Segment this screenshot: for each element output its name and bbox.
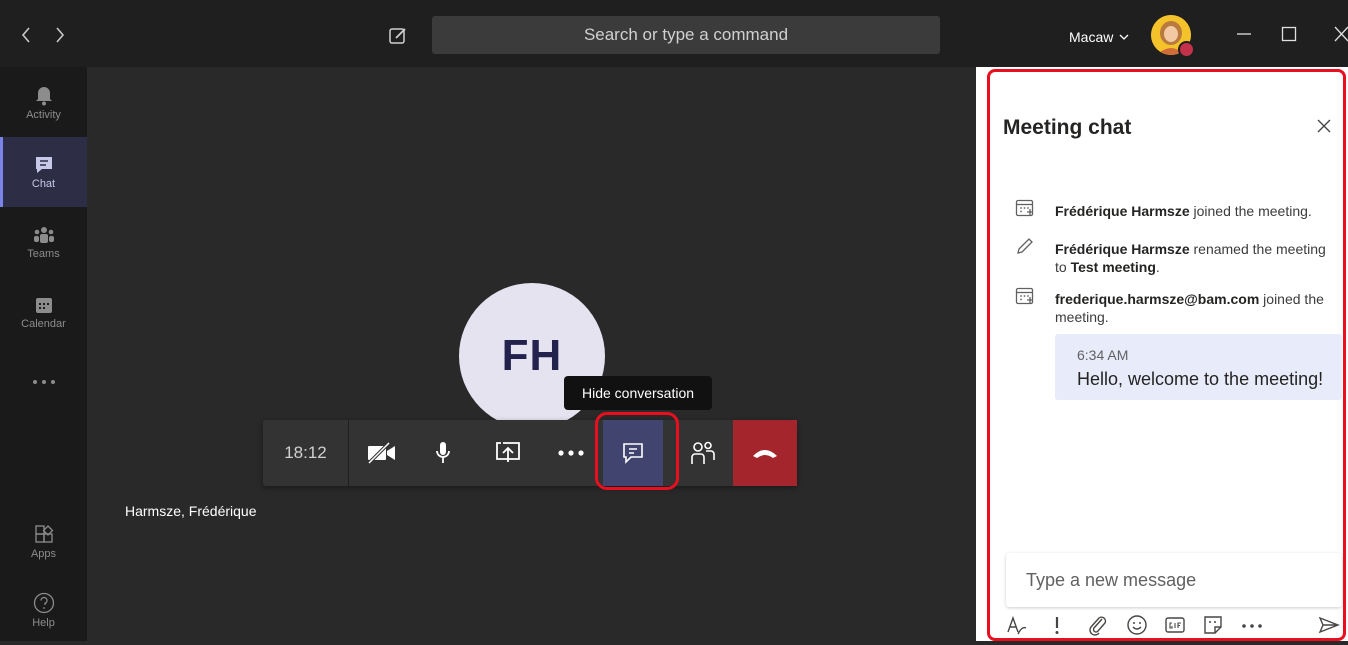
format-icon[interactable]	[1006, 614, 1028, 636]
message-time: 6:34 AM	[1077, 347, 1129, 363]
org-switcher[interactable]: Macaw	[1069, 29, 1129, 45]
calendar-join-icon	[1015, 286, 1035, 306]
emoji-icon[interactable]	[1126, 614, 1148, 636]
compose-placeholder: Type a new message	[1026, 570, 1197, 590]
important-icon[interactable]	[1052, 614, 1062, 636]
more-icon	[558, 450, 584, 456]
camera-off-icon	[367, 442, 397, 464]
teams-icon	[33, 225, 55, 245]
panel-title: Meeting chat	[1003, 116, 1132, 139]
event-actor: Frédérique Harmsze	[1055, 203, 1190, 219]
chat-icon	[34, 155, 54, 175]
chevron-down-icon	[1119, 33, 1129, 41]
hang-up-button[interactable]	[733, 420, 797, 486]
title-bar: Search or type a command Macaw	[0, 0, 1348, 67]
message-compose-input[interactable]: Type a new message	[1006, 553, 1342, 607]
rail-item-label: Calendar	[21, 317, 66, 330]
help-icon	[33, 592, 55, 614]
participant-name-label: Harmsze, Frédérique	[125, 503, 257, 519]
event-suffix: .	[1155, 259, 1160, 275]
maximize-icon[interactable]	[1281, 26, 1297, 42]
chat-event: Frédérique Harmsze joined the meeting.	[1055, 202, 1340, 220]
rail-item-label: Activity	[26, 108, 61, 121]
toggle-conversation-button[interactable]	[603, 420, 663, 486]
people-icon	[690, 441, 716, 465]
back-arrow-icon[interactable]	[20, 26, 32, 44]
tooltip: Hide conversation	[564, 376, 712, 410]
rail-item-activity[interactable]: Activity	[0, 67, 87, 137]
app-rail: Activity Chat Teams Calendar Apps Help	[0, 67, 87, 641]
microphone-icon	[434, 441, 452, 465]
share-screen-button[interactable]	[478, 420, 538, 486]
search-input[interactable]: Search or type a command	[432, 16, 940, 54]
event-actor: frederique.harmsze@bam.com	[1055, 291, 1260, 307]
more-options-icon[interactable]	[1240, 614, 1264, 636]
call-timer: 18:12	[263, 420, 349, 486]
bell-icon	[34, 84, 54, 106]
apps-icon	[34, 524, 54, 545]
compose-icon[interactable]	[388, 26, 408, 46]
compose-toolbar	[1006, 614, 1342, 638]
event-text: joined the meeting.	[1193, 203, 1312, 219]
hang-up-icon	[751, 447, 779, 459]
rail-item-more[interactable]	[0, 347, 87, 417]
calendar-join-icon	[1015, 198, 1035, 218]
chat-event: Frédérique Harmsze renamed the meeting t…	[1055, 240, 1340, 276]
sticker-icon[interactable]	[1202, 614, 1224, 636]
message-text: Hello, welcome to the meeting!	[1077, 369, 1324, 389]
rail-item-teams[interactable]: Teams	[0, 207, 87, 277]
more-actions-button[interactable]	[541, 420, 601, 486]
chat-message[interactable]: 6:34 AM Hello, welcome to the meeting!	[1055, 334, 1342, 400]
camera-toggle-button[interactable]	[352, 420, 412, 486]
attach-icon[interactable]	[1088, 614, 1108, 636]
send-icon[interactable]	[1318, 614, 1340, 636]
rail-item-label: Help	[32, 616, 55, 629]
event-target: Test meeting	[1070, 259, 1156, 275]
rail-item-chat[interactable]: Chat	[0, 137, 87, 207]
chat-event: frederique.harmsze@bam.com joined the me…	[1055, 290, 1340, 326]
rail-item-label: Chat	[31, 177, 56, 190]
minimize-icon[interactable]	[1236, 26, 1252, 42]
close-window-icon[interactable]	[1334, 26, 1348, 42]
rail-item-calendar[interactable]: Calendar	[0, 277, 87, 347]
rail-item-help[interactable]: Help	[0, 575, 87, 645]
rail-item-label: Teams	[27, 247, 60, 260]
more-icon	[32, 379, 56, 385]
calendar-icon	[34, 295, 54, 315]
presence-busy-icon	[1178, 41, 1195, 58]
participants-button[interactable]	[673, 420, 733, 486]
chat-icon	[622, 442, 644, 464]
mic-toggle-button[interactable]	[413, 420, 473, 486]
forward-arrow-icon[interactable]	[54, 26, 66, 44]
rail-item-apps[interactable]: Apps	[0, 507, 87, 577]
pencil-icon	[1015, 236, 1035, 256]
call-controls-bar: 18:12	[263, 420, 797, 486]
close-icon[interactable]	[1316, 118, 1332, 134]
rail-item-label: Apps	[30, 547, 57, 560]
share-screen-icon	[495, 442, 521, 464]
gif-icon[interactable]	[1164, 614, 1186, 636]
event-actor: Frédérique Harmsze	[1055, 241, 1190, 257]
org-name: Macaw	[1069, 29, 1114, 45]
